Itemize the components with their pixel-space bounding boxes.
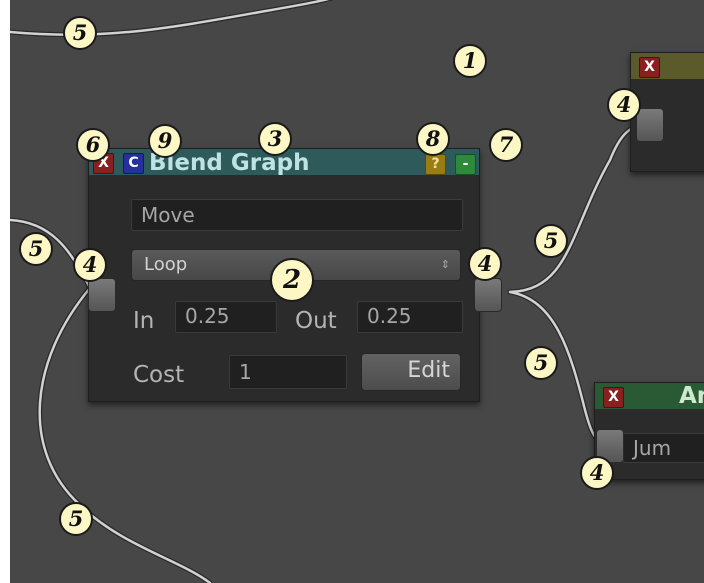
callout-badge: 4: [607, 88, 641, 122]
in-field[interactable]: 0.25: [175, 301, 277, 333]
mode-dropdown-value: Loop: [144, 254, 188, 275]
callout-badge: 9: [148, 124, 182, 158]
collapse-button[interactable]: -: [455, 154, 476, 175]
callout-badge: 5: [524, 346, 558, 380]
callout-badge: 2: [270, 258, 314, 302]
callout-badge: 5: [63, 16, 97, 50]
edit-button[interactable]: Edit: [361, 353, 461, 391]
callout-badge: 4: [468, 247, 502, 281]
cost-label: Cost: [133, 362, 185, 388]
callout-badge: 7: [489, 128, 523, 162]
close-button[interactable]: X: [639, 57, 660, 78]
input-port-top-right-node[interactable]: [636, 108, 664, 142]
callout-badge: 5: [19, 232, 53, 266]
node-name-field[interactable]: Jum: [623, 433, 704, 463]
input-port[interactable]: [88, 278, 116, 312]
node-header[interactable]: X An: [595, 383, 704, 409]
c-button[interactable]: C: [123, 153, 144, 174]
close-icon: X: [644, 59, 655, 75]
out-label: Out: [295, 308, 337, 334]
node-name-field[interactable]: Move: [131, 199, 463, 231]
callout-badge: 3: [258, 122, 292, 156]
graph-canvas[interactable]: X X An Jum X C Blend Graph ? -: [10, 0, 704, 583]
wire-to-top-node: [508, 122, 652, 294]
out-field[interactable]: 0.25: [357, 301, 463, 333]
dropdown-arrow-icon: ⇕: [440, 258, 450, 271]
callout-badge: 6: [76, 128, 110, 162]
callout-badge: 8: [416, 122, 450, 156]
close-button[interactable]: X: [603, 387, 624, 408]
in-label: In: [133, 308, 155, 334]
output-port[interactable]: [474, 278, 502, 312]
callout-badge: 4: [580, 456, 614, 490]
callout-badge: 4: [73, 248, 107, 282]
collapse-icon: -: [462, 156, 469, 172]
c-icon: C: [128, 155, 139, 171]
callout-badge: 5: [534, 224, 568, 258]
help-icon: ?: [431, 156, 440, 172]
close-icon: X: [608, 389, 619, 405]
node-title: An: [679, 383, 704, 409]
callout-badge: 1: [453, 44, 487, 78]
help-button[interactable]: ?: [425, 154, 446, 175]
callout-badge: 5: [59, 502, 93, 536]
cost-field[interactable]: 1: [229, 355, 347, 389]
